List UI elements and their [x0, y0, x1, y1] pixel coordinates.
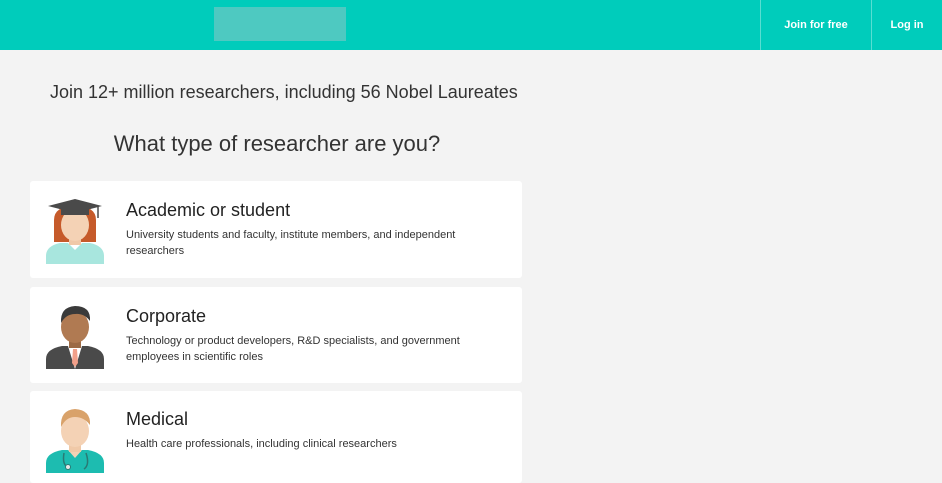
researcher-type-corporate-card[interactable]: Corporate Technology or product develope…	[30, 287, 522, 383]
card-title: Medical	[126, 409, 189, 429]
researcher-type-medical-card[interactable]: Medical Health care professionals, inclu…	[30, 391, 522, 483]
card-title: Corporate	[126, 306, 207, 326]
graduate-avatar-icon	[44, 196, 106, 264]
log-in-button[interactable]: Log in	[871, 0, 942, 50]
doctor-avatar-icon	[44, 405, 106, 473]
card-description: Health care professionals, including cli…	[126, 438, 397, 450]
top-navigation-bar: Join for free Log in	[0, 0, 942, 50]
businessman-avatar-icon	[44, 301, 106, 369]
page-title: What type of researcher are you?	[113, 131, 441, 156]
card-description: Technology or product developers, R&D sp…	[126, 335, 460, 363]
site-logo[interactable]	[214, 7, 346, 41]
card-title: Academic or student	[126, 200, 291, 220]
tagline: Join 12+ million researchers, including …	[50, 82, 518, 102]
card-description: University students and faculty, institu…	[126, 229, 456, 257]
researcher-type-academic-card[interactable]: Academic or student University students …	[30, 181, 522, 278]
join-for-free-button[interactable]: Join for free	[760, 0, 871, 50]
